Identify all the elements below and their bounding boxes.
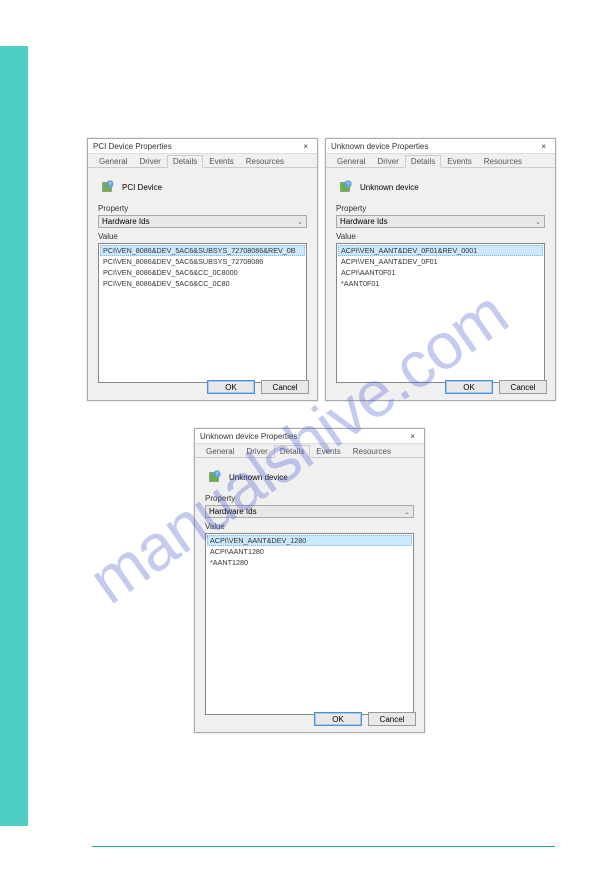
dialog-body: ? PCI Device Property Hardware Ids ⌄ Val… — [88, 168, 317, 389]
list-item[interactable]: PCI\VEN_8086&DEV_5AC6&SUBSYS_72708086 — [100, 256, 305, 267]
property-dropdown[interactable]: Hardware Ids ⌄ — [205, 505, 414, 518]
property-dropdown-value: Hardware Ids — [340, 217, 388, 226]
titlebar: Unknown device Properties × — [326, 139, 555, 154]
tab-resources[interactable]: Resources — [478, 155, 528, 167]
dialog-unknown-device-properties: Unknown device Properties × General Driv… — [325, 138, 556, 401]
svg-text:?: ? — [216, 472, 219, 478]
property-dropdown-value: Hardware Ids — [102, 217, 150, 226]
list-item[interactable]: *AANT0F01 — [338, 278, 543, 289]
cancel-button[interactable]: Cancel — [261, 380, 309, 394]
page-footer-line — [92, 846, 555, 847]
chevron-down-icon: ⌄ — [297, 218, 303, 226]
property-dropdown[interactable]: Hardware Ids ⌄ — [336, 215, 545, 228]
dialog-unknown-device-properties-2: Unknown device Properties × General Driv… — [194, 428, 425, 733]
dialog-title: Unknown device Properties — [331, 142, 428, 151]
dialog-body: ? Unknown device Property Hardware Ids ⌄… — [326, 168, 555, 389]
page-sidebar-accent — [0, 46, 28, 826]
close-icon[interactable]: × — [299, 142, 312, 151]
device-chip-icon: ? — [98, 178, 116, 196]
list-item[interactable]: ACPI\VEN_AANT&DEV_1280 — [207, 535, 412, 546]
list-item[interactable]: ACPI\VEN_AANT&DEV_0F01 — [338, 256, 543, 267]
property-label: Property — [98, 204, 307, 213]
tab-resources[interactable]: Resources — [347, 445, 397, 457]
property-dropdown[interactable]: Hardware Ids ⌄ — [98, 215, 307, 228]
device-name-label: PCI Device — [122, 183, 162, 192]
device-name-label: Unknown device — [360, 183, 419, 192]
dialog-pci-device-properties: PCI Device Properties × General Driver D… — [87, 138, 318, 401]
tab-driver[interactable]: Driver — [240, 445, 273, 457]
device-chip-icon: ? — [336, 178, 354, 196]
list-item[interactable]: ACPI\VEN_AANT&DEV_0F01&REV_0001 — [338, 245, 543, 256]
ok-button[interactable]: OK — [314, 712, 362, 726]
list-item[interactable]: PCI\VEN_8086&DEV_5AC6&CC_0C8000 — [100, 267, 305, 278]
close-icon[interactable]: × — [406, 432, 419, 441]
property-label: Property — [205, 494, 414, 503]
ok-button[interactable]: OK — [207, 380, 255, 394]
property-label: Property — [336, 204, 545, 213]
tab-events[interactable]: Events — [441, 155, 477, 167]
close-icon[interactable]: × — [537, 142, 550, 151]
dialog-title: PCI Device Properties — [93, 142, 172, 151]
value-label: Value — [205, 522, 414, 531]
value-label: Value — [98, 232, 307, 241]
tab-resources[interactable]: Resources — [240, 155, 290, 167]
tab-details[interactable]: Details — [405, 155, 441, 168]
value-label: Value — [336, 232, 545, 241]
cancel-button[interactable]: Cancel — [499, 380, 547, 394]
tab-general[interactable]: General — [331, 155, 371, 167]
hardware-ids-listbox[interactable]: ACPI\VEN_AANT&DEV_0F01&REV_0001 ACPI\VEN… — [336, 243, 545, 383]
tab-driver[interactable]: Driver — [133, 155, 166, 167]
tab-details[interactable]: Details — [167, 155, 203, 168]
dialog-title: Unknown device Properties — [200, 432, 297, 441]
hardware-ids-listbox[interactable]: PCI\VEN_8086&DEV_5AC6&SUBSYS_72708086&RE… — [98, 243, 307, 383]
tab-driver[interactable]: Driver — [371, 155, 404, 167]
list-item[interactable]: PCI\VEN_8086&DEV_5AC6&CC_0C80 — [100, 278, 305, 289]
tab-general[interactable]: General — [200, 445, 240, 457]
device-chip-icon: ? — [205, 468, 223, 486]
list-item[interactable]: PCI\VEN_8086&DEV_5AC6&SUBSYS_72708086&RE… — [100, 245, 305, 256]
chevron-down-icon: ⌄ — [404, 508, 410, 516]
tab-details[interactable]: Details — [274, 445, 310, 458]
device-name-label: Unknown device — [229, 473, 288, 482]
svg-text:?: ? — [347, 182, 350, 188]
hardware-ids-listbox[interactable]: ACPI\VEN_AANT&DEV_1280 ACPI\AANT1280 *AA… — [205, 533, 414, 715]
list-item[interactable]: ACPI\AANT0F01 — [338, 267, 543, 278]
tab-events[interactable]: Events — [203, 155, 239, 167]
list-item[interactable]: *AANT1280 — [207, 557, 412, 568]
ok-button[interactable]: OK — [445, 380, 493, 394]
tab-events[interactable]: Events — [310, 445, 346, 457]
tab-general[interactable]: General — [93, 155, 133, 167]
cancel-button[interactable]: Cancel — [368, 712, 416, 726]
titlebar: Unknown device Properties × — [195, 429, 424, 444]
svg-text:?: ? — [109, 182, 112, 188]
tab-strip: General Driver Details Events Resources — [88, 154, 317, 168]
titlebar: PCI Device Properties × — [88, 139, 317, 154]
chevron-down-icon: ⌄ — [535, 218, 541, 226]
tab-strip: General Driver Details Events Resources — [326, 154, 555, 168]
tab-strip: General Driver Details Events Resources — [195, 444, 424, 458]
property-dropdown-value: Hardware Ids — [209, 507, 257, 516]
list-item[interactable]: ACPI\AANT1280 — [207, 546, 412, 557]
dialog-body: ? Unknown device Property Hardware Ids ⌄… — [195, 458, 424, 721]
